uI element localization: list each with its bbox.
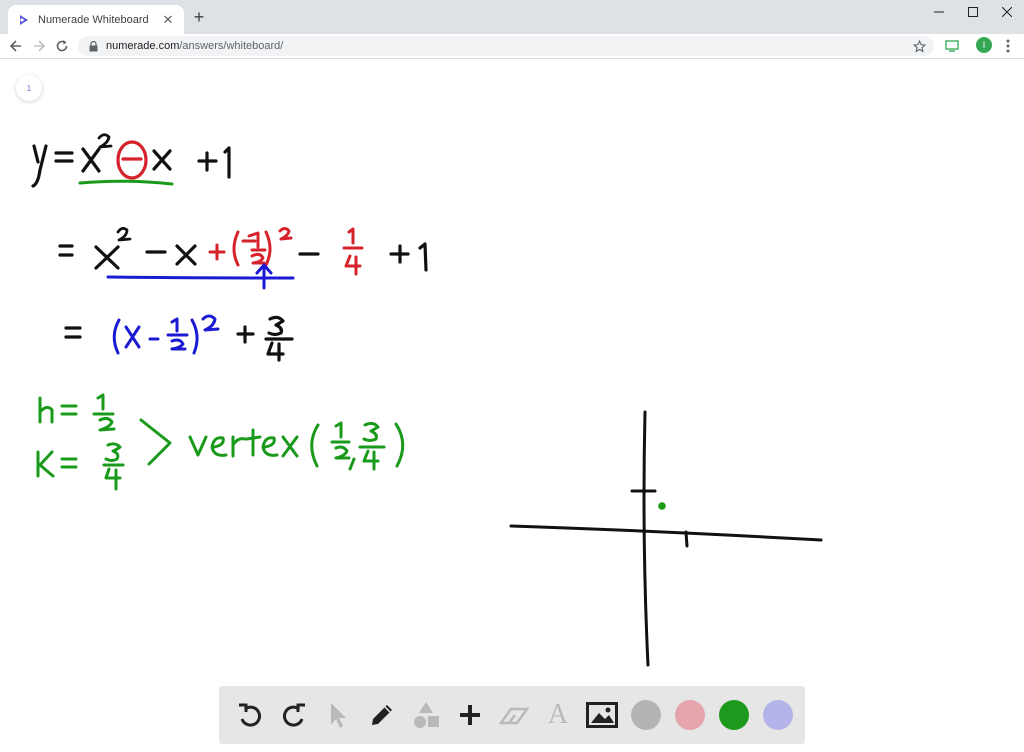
- color-swatch-pink[interactable]: [673, 698, 707, 732]
- handwriting-layer: [31, 133, 823, 667]
- new-tab-button[interactable]: +: [190, 8, 208, 26]
- completing-square-term: [208, 227, 364, 276]
- menu-dots-icon[interactable]: [1001, 37, 1015, 55]
- color-swatch-green[interactable]: [717, 698, 751, 732]
- redo-icon[interactable]: [277, 698, 311, 732]
- equation-line-2: [58, 227, 428, 272]
- vertex-form: [112, 314, 220, 355]
- back-icon[interactable]: [6, 36, 26, 56]
- bookmark-star-icon[interactable]: [912, 39, 926, 53]
- url-path: /answers/whiteboard/: [179, 40, 284, 52]
- image-icon[interactable]: [585, 698, 619, 732]
- browser-toolbar: numerade.com/answers/whiteboard/: [0, 34, 1024, 59]
- url-text: numerade.com/answers/whiteboard/: [106, 40, 912, 52]
- vertex-notes: [36, 393, 405, 491]
- circled-minus: [116, 140, 148, 180]
- vertex-point: [658, 502, 666, 510]
- forward-icon[interactable]: [29, 36, 49, 56]
- color-swatch-gray[interactable]: [629, 698, 663, 732]
- green-underline: [78, 179, 174, 186]
- reload-icon[interactable]: [52, 36, 72, 56]
- tab-strip: Numerade Whiteboard ✕ +: [0, 0, 1024, 34]
- pen-icon[interactable]: [365, 698, 399, 732]
- maximize-icon[interactable]: [956, 0, 990, 24]
- tab-title: Numerade Whiteboard: [38, 13, 149, 26]
- numerade-favicon-icon: [16, 12, 32, 28]
- undo-icon[interactable]: [233, 698, 267, 732]
- window-controls: [922, 0, 1024, 26]
- profile-avatar[interactable]: I: [976, 37, 992, 53]
- close-window-icon[interactable]: [990, 0, 1024, 24]
- text-icon[interactable]: A: [541, 698, 575, 732]
- pointer-icon[interactable]: [321, 698, 355, 732]
- color-swatch-lavender[interactable]: [761, 698, 795, 732]
- lock-icon[interactable]: [86, 39, 100, 53]
- shapes-icon[interactable]: [409, 698, 443, 732]
- eraser-icon[interactable]: [497, 698, 531, 732]
- add-icon[interactable]: [453, 698, 487, 732]
- page-number-badge[interactable]: 1: [16, 75, 42, 101]
- coordinate-axes: [509, 410, 823, 667]
- whiteboard-toolbar: A: [219, 686, 805, 744]
- cast-icon[interactable]: [942, 36, 962, 56]
- minimize-icon[interactable]: [922, 0, 956, 24]
- browser-tab[interactable]: Numerade Whiteboard ✕: [8, 5, 184, 34]
- whiteboard-canvas[interactable]: [0, 59, 1024, 752]
- tab-close-icon[interactable]: ✕: [160, 12, 176, 28]
- address-bar[interactable]: numerade.com/answers/whiteboard/: [78, 36, 934, 56]
- equation-line-3: [64, 315, 294, 362]
- url-domain: numerade.com: [106, 40, 180, 52]
